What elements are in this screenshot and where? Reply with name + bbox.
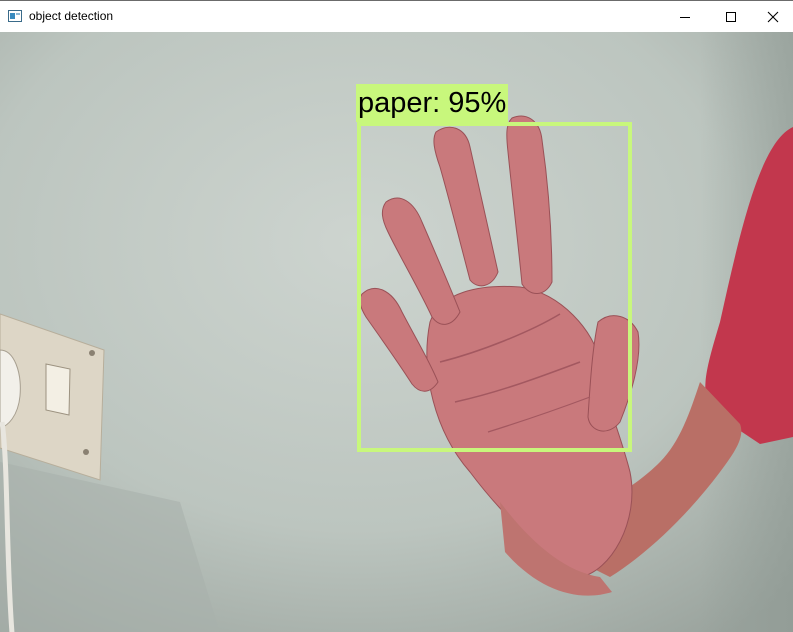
detection-label: paper: 95% xyxy=(356,84,509,122)
close-button[interactable] xyxy=(753,1,793,32)
detection-bounding-box xyxy=(357,122,632,452)
app-icon xyxy=(8,9,22,22)
minimize-icon xyxy=(680,16,690,18)
title-bar[interactable]: object detection xyxy=(0,1,793,32)
app-window: object detection paper: 95% xyxy=(0,0,793,632)
minimize-button[interactable] xyxy=(662,1,708,32)
camera-frame: paper: 95% xyxy=(0,32,793,632)
maximize-button[interactable] xyxy=(708,1,754,32)
maximize-icon xyxy=(726,11,736,22)
window-title: object detection xyxy=(29,9,114,23)
close-icon xyxy=(767,11,779,22)
